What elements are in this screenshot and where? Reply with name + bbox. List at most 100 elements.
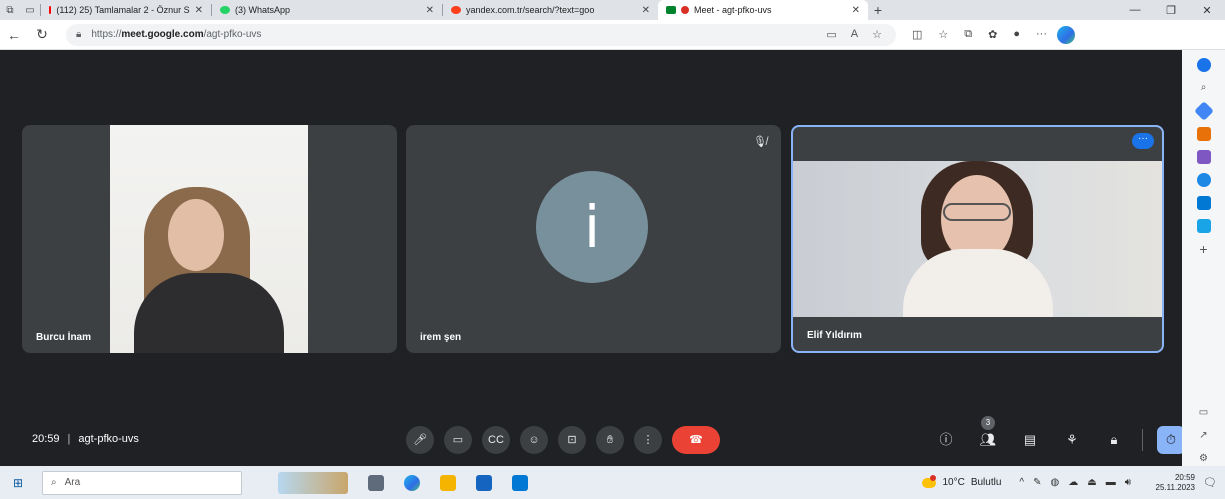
microsoft-store-icon[interactable] [476,474,492,491]
participant-tile[interactable]: Burcu İnam [22,125,397,353]
cloud-icon[interactable]: ☁︎ [1068,477,1078,488]
shopping-icon[interactable] [1193,101,1214,121]
captions-button[interactable]: CC [482,426,510,454]
favorites-icon[interactable]: ☆ [938,28,948,41]
participant-video [110,125,308,353]
chevron-up-icon[interactable]: ^ [1019,477,1024,488]
people-icon: 👥︎ [979,432,997,447]
games-icon[interactable] [1196,150,1211,164]
sidebar-toggle-icon[interactable]: ▭ [1197,406,1211,420]
app-available-icon[interactable]: ▭ [826,28,836,41]
mail-icon[interactable] [512,474,528,491]
tab-actions-icon[interactable]: ▭ [20,5,40,16]
meeting-code: agt-pfko-uvs [78,433,139,445]
close-tab-icon[interactable]: ✕ [426,5,434,16]
notifications-icon[interactable] [1196,58,1211,72]
pen-icon[interactable]: ✎ [1033,477,1041,488]
tab-meet[interactable]: Meet - agt-pfko-uvs ✕ [658,0,868,20]
youtube-icon [49,6,52,14]
people-button[interactable]: 3 👥︎ [974,416,1002,454]
taskbar-search[interactable]: ⌕ Ara [42,470,242,495]
weather-widget[interactable]: 10°C Bulutlu [922,474,1002,488]
tab-whatsapp[interactable]: (3) WhatsApp ✕ [212,1,442,19]
raise-hand-button[interactable]: ✋︎ [596,426,624,454]
microsoft365-icon[interactable] [1196,173,1211,187]
settings-gear-icon[interactable]: ⚙ [1197,452,1211,466]
emoji-reaction-button[interactable]: ☺ [520,426,548,454]
tab-youtube[interactable]: (112) 25) Tamlamalar 2 - Öznur S ✕ [41,1,211,19]
search-placeholder: Ara [64,477,81,488]
profile-icon[interactable]: ● [1013,28,1020,41]
edge-taskbar-icon[interactable] [404,474,420,491]
browser-tab-strip: ⧉ ▭ (112) 25) Tamlamalar 2 - Öznur S ✕ (… [0,0,1225,20]
meeting-details-icon[interactable]: ⓘ [932,426,960,454]
notification-center-icon[interactable]: 🗨︎ [1195,476,1225,489]
clock-date: 25.11.2023 [1155,482,1195,492]
windows-taskbar: ⊞ ⌕ Ara 10°C Bulutlu ^ ✎ ◍ ☁︎ ⏏ ▬ 🔊︎ 20:… [0,466,1225,499]
security-icon[interactable]: ◍ [1051,477,1060,488]
yandex-icon [451,6,461,14]
side-panel-controls: ⓘ 3 👥︎ ▤ ⚘ 🔒︎ ⏱︎ [932,416,1185,454]
chat-icon[interactable]: ▤ [1016,426,1044,454]
more-options-icon[interactable]: ··· [1132,133,1154,149]
participant-tile-speaking[interactable]: ··· Elif Yıldırım [791,125,1164,353]
workspaces-icon[interactable]: ⧉ [0,5,20,16]
url-field[interactable]: 🔒︎ https://meet.google.com/agt-pfko-uvs … [66,23,896,46]
activities-icon[interactable]: ⚘ [1058,426,1086,454]
address-bar-row: ← ↻ 🔒︎ https://meet.google.com/agt-pfko-… [0,20,1225,50]
new-tab-button[interactable]: + [868,2,888,18]
participant-video [793,161,1162,317]
usb-icon[interactable]: ⏏ [1087,477,1096,488]
battery-icon[interactable]: ▬ [1106,477,1116,488]
read-aloud-icon[interactable]: A [851,28,858,41]
taskbar-clock[interactable]: 20:59 25.11.2023 [1143,473,1195,493]
leave-call-button[interactable]: ☎︎ [672,426,720,454]
task-view-icon[interactable] [368,474,384,491]
collections-icon[interactable]: ⧉ [964,28,972,41]
camera-button[interactable]: ▭ [444,426,472,454]
file-explorer-icon[interactable] [440,474,456,491]
present-screen-button[interactable]: ⊡ [558,426,586,454]
window-controls: — ❐ ✕ [1117,4,1225,17]
call-controls: 🎤︎ ▭ CC ☺ ⊡ ✋︎ ⋮ ☎︎ [406,426,720,454]
tab-yandex[interactable]: yandex.com.tr/search/?text=goo ✕ [443,1,658,19]
split-screen-icon[interactable]: ◫ [912,28,922,41]
close-tab-icon[interactable]: ✕ [195,5,203,16]
weather-text: Bulutlu [970,477,1002,488]
copilot-icon[interactable] [1057,25,1076,44]
meet-control-bar: 20:59 | agt-pfko-uvs 🎤︎ ▭ CC ☺ ⊡ ✋︎ ⋮ ☎︎… [8,416,1185,466]
more-icon[interactable]: ··· [1036,28,1047,41]
search-icon[interactable]: ⌕ [1197,81,1211,95]
favorite-star-icon[interactable]: ☆ [872,28,882,41]
tab-title: (3) WhatsApp [235,5,291,15]
participant-tile[interactable]: 🎙︎̸ i irem şen [406,125,781,353]
edge-sidebar: ⌕ + ▭ ↗ ⚙ [1182,50,1225,466]
volume-icon[interactable]: 🔊︎ [1125,477,1131,488]
lock-icon: 🔒︎ [76,29,82,40]
tab-title: Meet - agt-pfko-uvs [694,5,772,15]
back-icon[interactable]: ← [0,27,28,43]
windows-start-icon[interactable]: ⊞ [0,476,36,490]
participant-name: irem şen [420,332,462,343]
mic-off-icon: 🎙︎̸ [753,136,767,148]
close-tab-icon[interactable]: ✕ [642,5,650,16]
microphone-button[interactable]: 🎤︎ [406,426,434,454]
refresh-icon[interactable]: ↻ [28,26,56,43]
minimize-icon[interactable]: — [1117,4,1153,17]
people-count-badge: 3 [981,416,995,430]
open-external-icon[interactable]: ↗ [1197,429,1211,443]
outlook-icon[interactable] [1196,196,1211,210]
extensions-icon[interactable]: ✿ [988,28,997,41]
add-sidebar-app-icon[interactable]: + [1197,242,1211,256]
timer-icon[interactable]: ⏱︎ [1157,426,1185,454]
weather-icon [922,474,937,488]
host-controls-icon[interactable]: 🔒︎ [1100,426,1128,454]
close-tab-icon[interactable]: ✕ [852,5,860,16]
drop-icon[interactable] [1196,219,1211,233]
restore-icon[interactable]: ❐ [1153,4,1189,17]
search-highlight-image[interactable] [278,471,348,494]
search-icon: ⌕ [51,477,57,488]
tools-icon[interactable] [1196,127,1211,141]
more-options-button[interactable]: ⋮ [634,426,662,454]
close-window-icon[interactable]: ✕ [1189,4,1225,17]
